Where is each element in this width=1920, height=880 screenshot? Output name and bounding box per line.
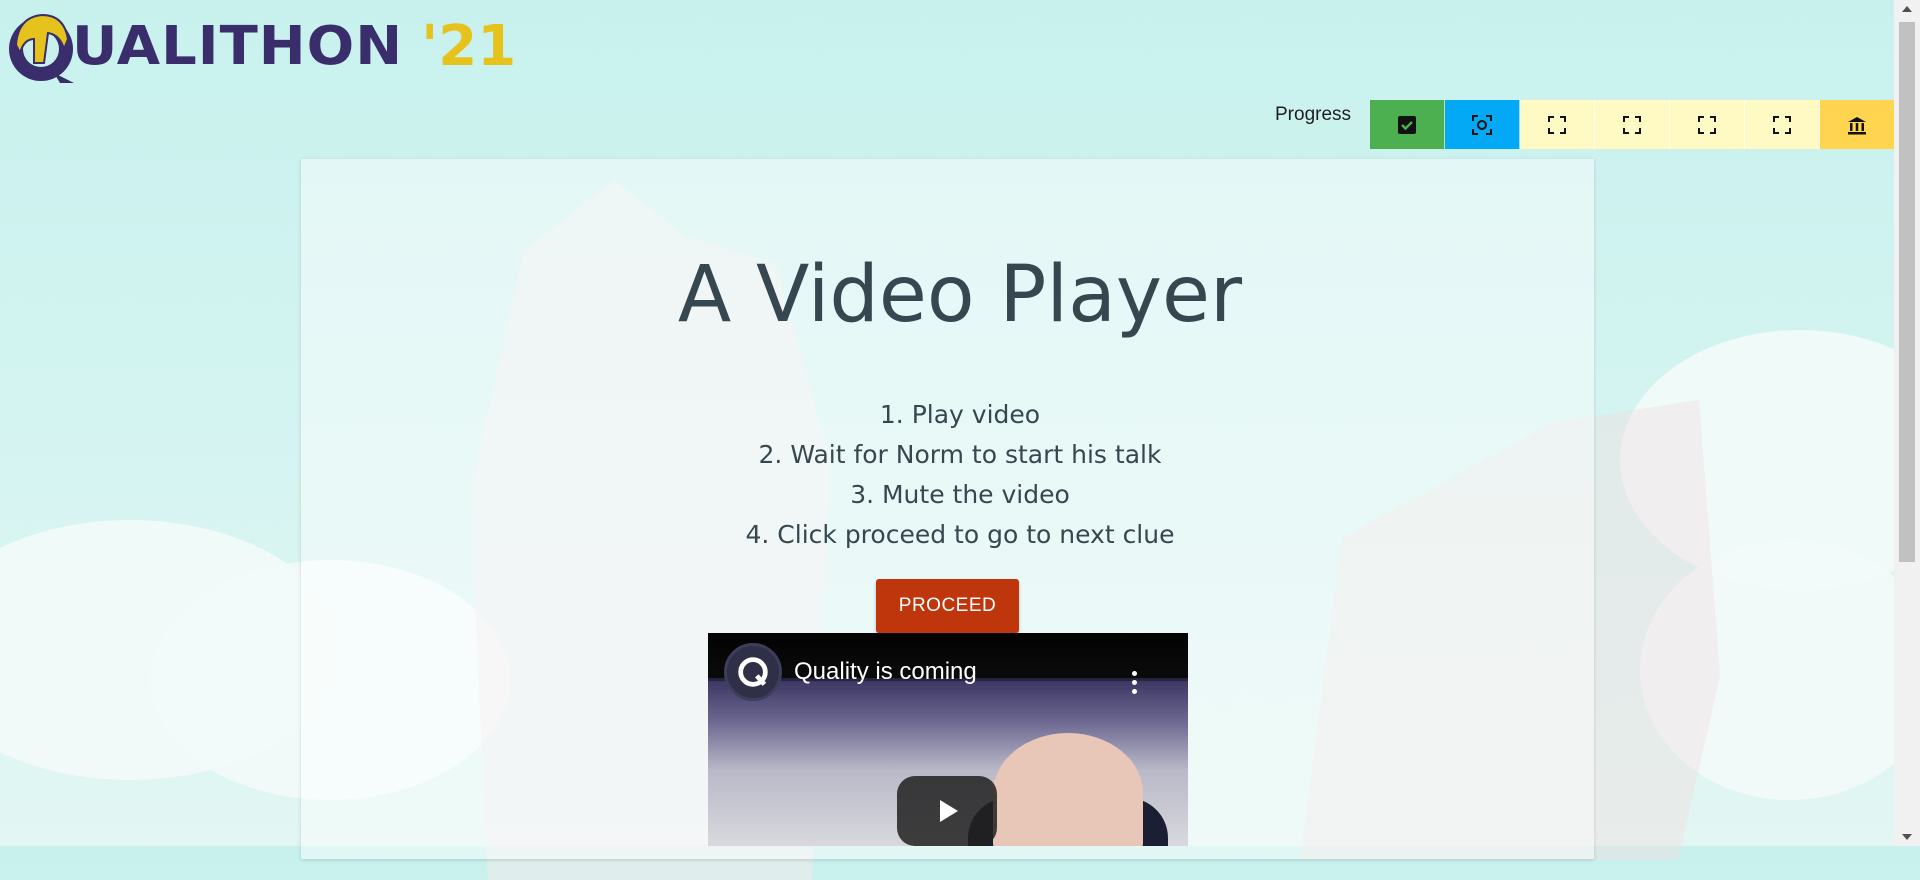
progress-step-current[interactable] — [1445, 100, 1520, 149]
progress-step-locked-2[interactable] — [1595, 100, 1670, 149]
video-speaker — [993, 733, 1143, 846]
progress-step-bank[interactable] — [1820, 100, 1895, 149]
video-title[interactable]: Quality is coming — [794, 658, 977, 686]
progress-label: Progress — [1275, 104, 1352, 125]
page-title: A Video Player — [677, 250, 1243, 340]
instruction-step: 1. Play video — [879, 400, 1041, 429]
bank-icon — [1848, 116, 1866, 134]
video-header: Quality is coming — [708, 633, 1188, 701]
play-icon[interactable] — [897, 776, 997, 846]
progress-step-completed[interactable] — [1370, 100, 1445, 149]
scroll-up-icon[interactable] — [1902, 6, 1912, 12]
scrollbar-thumb[interactable] — [1899, 22, 1915, 562]
progress-step-locked-3[interactable] — [1670, 100, 1745, 149]
instructions-list: 1. Play video 2. Wait for Norm to start … — [0, 395, 1920, 555]
instruction-step: 2. Wait for Norm to start his talk — [758, 440, 1162, 469]
focus-target-icon — [1472, 114, 1492, 135]
q-logo-icon[interactable] — [724, 643, 782, 701]
fullscreen-corners-icon — [1773, 115, 1791, 134]
logo-year: '21 — [421, 13, 517, 79]
video-player[interactable]: Quality is coming — [708, 633, 1188, 846]
fullscreen-corners-icon — [1548, 115, 1566, 134]
qualithon-logo[interactable]: UALITHON '21 — [4, 4, 516, 88]
progress-step-locked-1[interactable] — [1520, 100, 1595, 149]
progress-step-locked-4[interactable] — [1745, 100, 1820, 149]
fullscreen-corners-icon — [1698, 115, 1716, 134]
instruction-step: 4. Click proceed to go to next clue — [745, 520, 1175, 549]
more-options-icon[interactable] — [1132, 671, 1138, 697]
progress-steps — [1370, 100, 1895, 149]
scroll-down-icon[interactable] — [1902, 834, 1912, 840]
page-scrollbar[interactable] — [1894, 0, 1920, 846]
logo-text: UALITHON — [72, 15, 404, 77]
check-box-icon — [1398, 115, 1416, 134]
instruction-step: 3. Mute the video — [850, 480, 1070, 509]
spartan-helmet-icon — [4, 9, 78, 83]
proceed-button[interactable]: PROCEED — [876, 579, 1019, 633]
fullscreen-corners-icon — [1623, 115, 1641, 134]
